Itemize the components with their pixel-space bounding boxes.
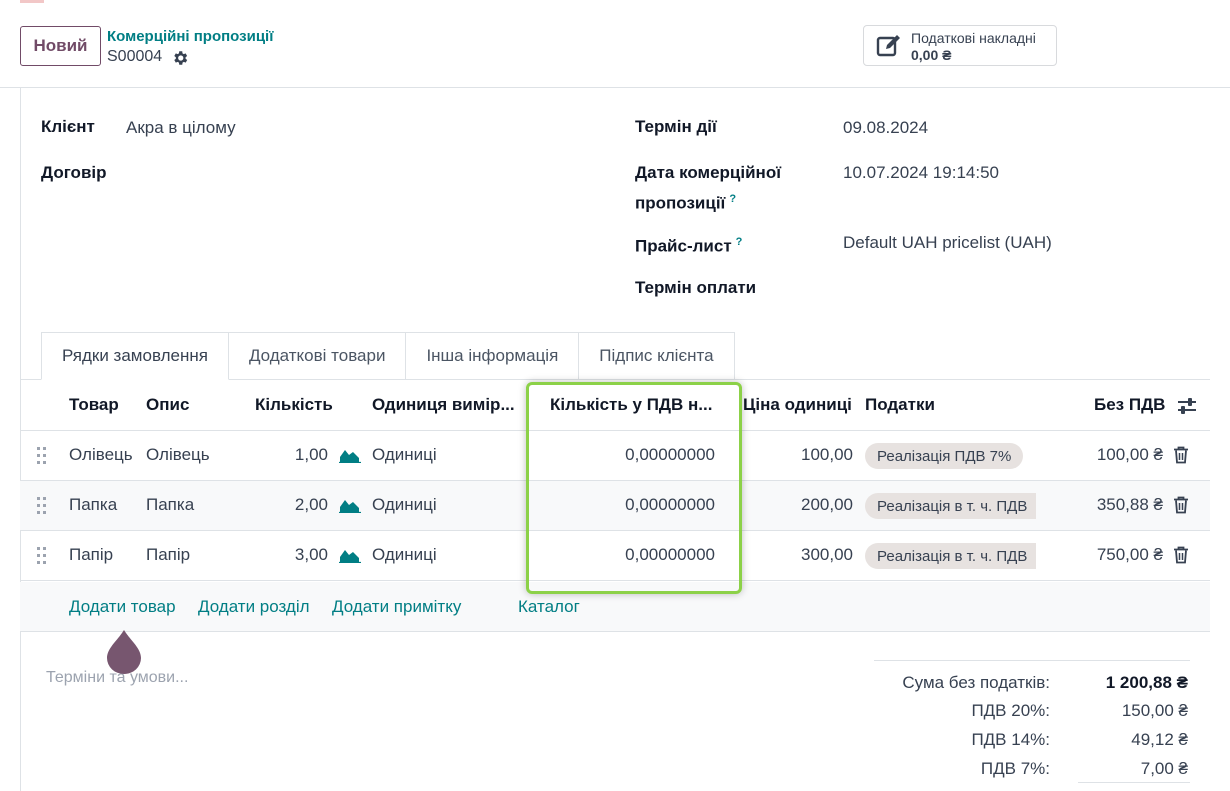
order-lines-header: Товар Опис Кількість Одиниця вимір... Кі…: [20, 380, 1210, 431]
col-uom[interactable]: Одиниця вимір...: [372, 395, 515, 415]
tab-other-info[interactable]: Інша інформація: [406, 332, 580, 380]
record-name: S00004: [107, 48, 163, 65]
catalog-link[interactable]: Каталог: [518, 597, 580, 617]
smart-button-value: 0,00 ₴: [911, 47, 952, 63]
tab-customer-signature[interactable]: Підпис клієнта: [579, 332, 735, 380]
quotation-date-label: пропозиції?: [635, 186, 736, 217]
contract-label: Договір: [41, 163, 107, 182]
cell-product[interactable]: Папір: [69, 545, 113, 565]
cell-product[interactable]: Папка: [69, 495, 117, 515]
cell-quantity[interactable]: 3,00: [248, 545, 328, 565]
tax-tag[interactable]: Реалізація в т. ч. ПДВ: [865, 493, 1036, 519]
add-note-link[interactable]: Додати примітку: [332, 597, 461, 617]
pricelist-field[interactable]: Default UAH pricelist (UAH): [843, 230, 1052, 256]
quotation-date-label-line2: пропозиції: [635, 193, 726, 213]
col-qty-vat[interactable]: Кількість у ПДВ н...: [550, 395, 712, 415]
col-description[interactable]: Опис: [146, 395, 189, 415]
pricelist-label: Прайс-лист?: [635, 229, 742, 260]
cell-description[interactable]: Папір: [146, 545, 190, 565]
cell-uom[interactable]: Одиниці: [372, 445, 437, 465]
cell-uom[interactable]: Одиниці: [372, 495, 437, 515]
validity-label: Термін дії: [635, 117, 717, 136]
table-row[interactable]: Олівець Олівець 1,00 Одиниці 0,00000000 …: [20, 431, 1210, 481]
add-line-row: Додати товар Додати розділ Додати приміт…: [20, 582, 1210, 632]
customer-field[interactable]: Акра в цілому: [126, 115, 236, 141]
vat7-value: 7,00 ₴: [1140, 759, 1188, 778]
tax-tag[interactable]: Реалізація в т. ч. ПДВ: [865, 543, 1036, 569]
cell-description[interactable]: Олівець: [146, 445, 210, 465]
pricelist-label-text: Прайс-лист: [635, 236, 732, 256]
cell-unit-price[interactable]: 300,00: [753, 545, 853, 565]
trash-icon[interactable]: [1173, 546, 1189, 564]
tab-order-lines[interactable]: Рядки замовлення: [41, 332, 229, 380]
totals-divider: [874, 660, 1190, 661]
totals-bottom-divider: [1078, 782, 1190, 783]
table-row[interactable]: Папка Папка 2,00 Одиниці 0,00000000 200,…: [20, 481, 1210, 531]
col-unit-price[interactable]: Ціна одиниці: [743, 395, 852, 415]
vat7-label: ПДВ 7%:: [980, 759, 1050, 778]
col-quantity[interactable]: Кількість: [255, 395, 333, 415]
gear-icon[interactable]: [171, 49, 189, 67]
cell-product[interactable]: Олівець: [69, 445, 133, 465]
cell-qty-vat[interactable]: 0,00000000: [575, 495, 715, 515]
vat20-label: ПДВ 20%:: [971, 701, 1050, 720]
cell-subtotal: 100,00 ₴: [1096, 445, 1163, 464]
quotation-date-help-icon[interactable]: ?: [729, 193, 736, 205]
payment-terms-label: Термін оплати: [635, 278, 757, 297]
new-button[interactable]: Новий: [20, 26, 101, 66]
cell-qty-vat[interactable]: 0,00000000: [575, 545, 715, 565]
forecast-chart-icon[interactable]: [339, 447, 361, 463]
quotation-date-label-line1: Дата комерційної: [635, 163, 781, 182]
control-panel: Новий Комерційні пропозиції S00004 Подат…: [0, 0, 1230, 88]
cell-uom[interactable]: Одиниці: [372, 545, 437, 565]
trash-icon[interactable]: [1173, 446, 1189, 464]
click-marker-icon: [107, 630, 141, 674]
cell-quantity[interactable]: 1,00: [248, 445, 328, 465]
edit-document-icon: [876, 35, 900, 57]
tax-invoices-smart-button[interactable]: Податкові накладні 0,00 ₴: [863, 25, 1057, 66]
cell-quantity[interactable]: 2,00: [248, 495, 328, 515]
add-product-link[interactable]: Додати товар: [69, 597, 176, 617]
drag-handle-icon[interactable]: [37, 497, 47, 514]
tax-tag[interactable]: Реалізація ПДВ 7%: [865, 443, 1024, 469]
col-product[interactable]: Товар: [69, 395, 119, 415]
notebook-tabs: Рядки замовлення Додаткові товари Інша і…: [41, 332, 735, 380]
trash-icon[interactable]: [1173, 496, 1189, 514]
cell-unit-price[interactable]: 200,00: [753, 495, 853, 515]
smart-button-label: Податкові накладні: [911, 30, 1036, 46]
vat20-value: 150,00 ₴: [1121, 701, 1188, 720]
forecast-chart-icon[interactable]: [339, 547, 361, 563]
quotation-date-field[interactable]: 10.07.2024 19:14:50: [843, 160, 999, 186]
validity-field[interactable]: 09.08.2024: [843, 115, 928, 141]
drag-handle-icon[interactable]: [37, 447, 47, 464]
col-taxes[interactable]: Податки: [865, 395, 935, 415]
untaxed-amount-value: 1 200,88 ₴: [1105, 673, 1188, 692]
cell-subtotal: 750,00 ₴: [1096, 545, 1163, 564]
forecast-chart-icon[interactable]: [339, 497, 361, 513]
drag-handle-icon[interactable]: [37, 547, 47, 564]
contract-field[interactable]: [126, 160, 506, 186]
untaxed-amount-label: Сума без податків:: [902, 673, 1050, 692]
pricelist-help-icon[interactable]: ?: [736, 236, 743, 248]
tab-optional-products[interactable]: Додаткові товари: [228, 332, 407, 380]
col-subtotal[interactable]: Без ПДВ: [1094, 395, 1165, 415]
payment-terms-field[interactable]: [843, 275, 1173, 301]
column-settings-icon[interactable]: [1177, 396, 1197, 416]
customer-label: Клієнт: [41, 117, 95, 136]
cell-unit-price[interactable]: 100,00: [753, 445, 853, 465]
breadcrumb-quotations[interactable]: Комерційні пропозиції: [107, 28, 273, 45]
cell-subtotal: 350,88 ₴: [1096, 495, 1163, 514]
add-section-link[interactable]: Додати розділ: [198, 597, 310, 617]
top-edge-mark: [20, 0, 44, 3]
table-row[interactable]: Папір Папір 3,00 Одиниці 0,00000000 300,…: [20, 531, 1210, 581]
vat14-label: ПДВ 14%:: [971, 730, 1050, 749]
cell-description[interactable]: Папка: [146, 495, 194, 515]
vat14-value: 49,12 ₴: [1131, 730, 1188, 749]
cell-qty-vat[interactable]: 0,00000000: [575, 445, 715, 465]
